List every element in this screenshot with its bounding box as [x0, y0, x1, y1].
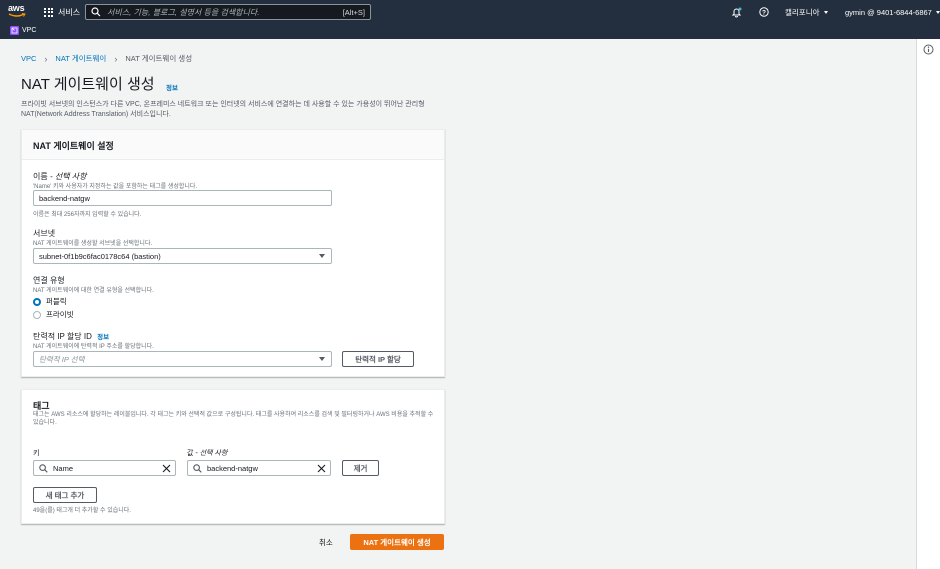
- name-input[interactable]: backend-natgw: [33, 190, 332, 206]
- connectivity-private-label: 프라이빗: [46, 310, 74, 319]
- connectivity-public-radio[interactable]: 퍼블릭: [33, 296, 67, 307]
- tag-key-input[interactable]: Name: [33, 460, 176, 476]
- aws-logo-text: aws: [8, 3, 25, 13]
- tag-key-label: 키: [33, 450, 40, 457]
- radio-unselected-icon: [33, 310, 41, 319]
- page-info-link[interactable]: 정보: [166, 82, 178, 92]
- favorite-vpc-label: VPC: [22, 27, 37, 34]
- services-label: 서비스: [58, 7, 81, 17]
- settings-panel-header: NAT 게이트웨이 설정: [22, 130, 444, 160]
- tag-value-input[interactable]: backend-natgw: [187, 460, 331, 476]
- add-tag-button[interactable]: 새 태그 추가: [33, 487, 97, 503]
- tags-description: 태그는 AWS 리소스에 할당하는 레이블입니다. 각 태그는 키와 선택적 값…: [33, 412, 434, 426]
- vpc-service-icon: [10, 26, 19, 35]
- breadcrumb: VPC › NAT 게이트웨이 › NAT 게이트웨이 생성: [21, 53, 192, 64]
- cancel-button[interactable]: 취소: [319, 537, 333, 548]
- info-icon[interactable]: [923, 44, 934, 55]
- dropdown-caret-icon: [319, 357, 325, 361]
- search-input[interactable]: [107, 7, 337, 17]
- tag-value-label: 값 - 선택 사항: [187, 450, 228, 457]
- global-search[interactable]: [Alt+S]: [85, 4, 371, 20]
- eip-select[interactable]: 탄력적 IP 선택: [33, 351, 332, 367]
- notifications-button[interactable]: [731, 4, 742, 20]
- services-menu-button[interactable]: 서비스: [44, 5, 80, 19]
- connectivity-public-label: 퍼블릭: [46, 297, 67, 306]
- eip-info-link[interactable]: 정보: [97, 334, 109, 341]
- grid-icon: [44, 7, 53, 17]
- account-label: gymin @ 9401-6844-6867: [845, 7, 932, 17]
- dropdown-caret-icon: [319, 254, 325, 258]
- search-icon: [91, 7, 101, 17]
- subnet-hint: NAT 게이트웨이를 생성할 서브넷을 선택합니다.: [33, 241, 153, 247]
- breadcrumb-current: NAT 게이트웨이 생성: [125, 54, 193, 63]
- allocate-eip-button[interactable]: 탄력적 IP 할당: [342, 351, 414, 367]
- eip-placeholder: 탄력적 IP 선택: [39, 354, 85, 364]
- radio-selected-icon: [33, 297, 41, 306]
- favorites-bar: VPC: [0, 24, 940, 39]
- favorite-vpc-link[interactable]: VPC: [10, 26, 36, 35]
- bell-icon: [731, 7, 742, 17]
- search-icon: [193, 463, 202, 473]
- chevron-right-icon: ›: [114, 53, 118, 64]
- region-label: 캘리포니아: [785, 7, 820, 17]
- chevron-right-icon: ›: [44, 53, 48, 64]
- chevron-down-icon: [823, 10, 828, 14]
- name-constraint: 이름은 최대 256자까지 입력할 수 있습니다.: [33, 212, 142, 218]
- chevron-down-icon: [935, 10, 940, 14]
- connectivity-private-radio[interactable]: 프라이빗: [33, 309, 74, 320]
- search-icon: [39, 463, 48, 473]
- top-navigation: aws 서비스 [Alt+S] ? 캘리포니아 gymin @: [0, 0, 940, 24]
- remove-tag-button[interactable]: 제거: [342, 460, 379, 476]
- clear-icon[interactable]: [162, 464, 171, 473]
- page-title: NAT 게이트웨이 생성: [21, 76, 155, 93]
- create-nat-gateway-button[interactable]: NAT 게이트웨이 생성: [350, 534, 444, 550]
- aws-logo[interactable]: aws: [8, 4, 30, 20]
- connectivity-hint: NAT 게이트웨이에 대한 연결 유형을 선택합니다.: [33, 288, 154, 294]
- help-button[interactable]: ?: [759, 4, 769, 20]
- subnet-select[interactable]: subnet-0f1b9c6fac0178c64 (bastion): [33, 248, 332, 264]
- aws-smile-icon: [8, 13, 26, 17]
- tag-key-value: Name: [53, 463, 74, 473]
- tools-rail: [916, 39, 940, 569]
- breadcrumb-vpc[interactable]: VPC: [21, 54, 36, 63]
- help-icon: ?: [759, 7, 769, 17]
- subnet-value: subnet-0f1b9c6fac0178c64 (bastion): [39, 251, 161, 261]
- clear-icon[interactable]: [317, 464, 326, 473]
- breadcrumb-nat-gateways[interactable]: NAT 게이트웨이: [55, 53, 106, 64]
- tag-value-value: backend-natgw: [207, 463, 258, 473]
- name-hint: 'Name' 키와 사용자가 지정하는 값을 포함하는 태그를 생성합니다.: [33, 184, 198, 190]
- account-menu[interactable]: gymin @ 9401-6844-6867: [845, 4, 940, 20]
- tags-panel: 태그 태그는 AWS 리소스에 할당하는 레이블입니다. 각 태그는 키와 선택…: [21, 389, 445, 524]
- page-description: 프라이빗 서브넷의 인스턴스가 다른 VPC, 온프레미스 네트워크 또는 인터…: [21, 101, 425, 118]
- svg-text:?: ?: [762, 10, 766, 17]
- region-selector[interactable]: 캘리포니아: [785, 4, 828, 20]
- search-shortcut: [Alt+S]: [342, 7, 365, 17]
- eip-hint: NAT 게이트웨이에 탄력적 IP 주소를 할당합니다.: [33, 344, 154, 350]
- nat-gateway-settings-panel: NAT 게이트웨이 설정 이름 - 선택 사항 'Name' 키와 사용자가 지…: [21, 129, 445, 377]
- tags-remaining: 49을(를) 태그개 더 추가할 수 있습니다.: [33, 508, 131, 514]
